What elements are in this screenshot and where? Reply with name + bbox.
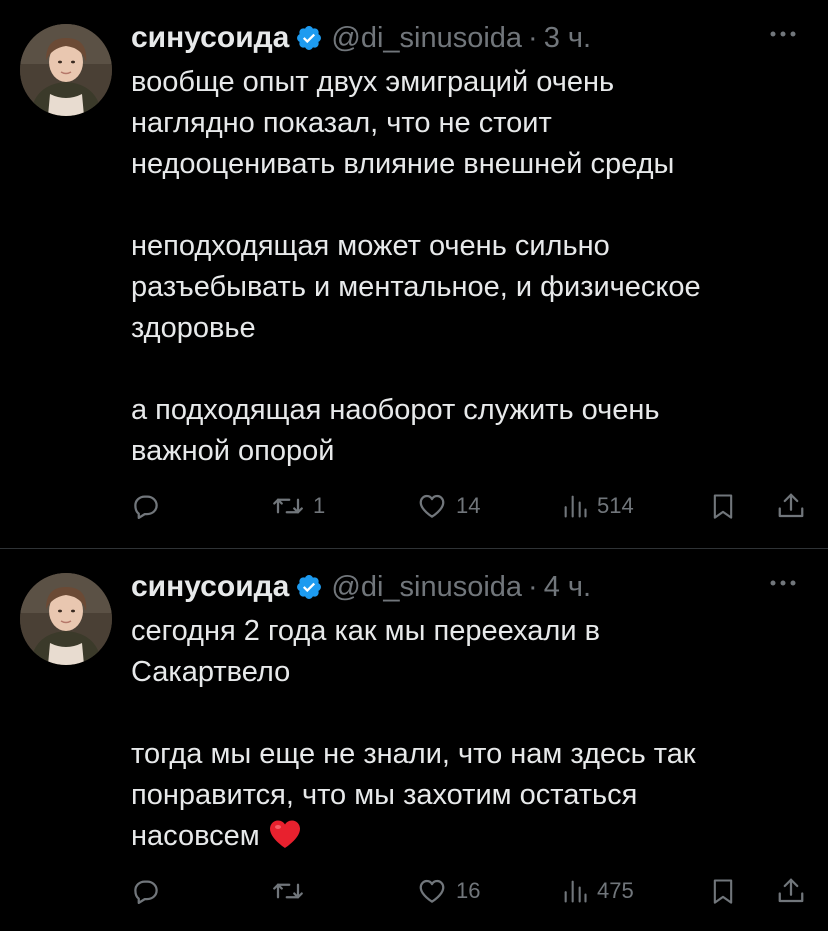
text-line-with-emoji: насовсем (131, 816, 801, 857)
user-handle[interactable]: @di_sinusoida (331, 571, 522, 604)
share-icon (778, 493, 804, 518)
bookmark-icon (713, 494, 733, 519)
red-heart-emoji-icon (268, 819, 302, 849)
tweet-paragraph: неподходящая может очень сильно разъебыв… (131, 226, 801, 349)
text-line: наглядно показал, что не стоит (131, 107, 552, 139)
tweet-text: сегодня 2 года как мы переехали в Сакарт… (131, 611, 801, 857)
text-line: разъебывать и ментальное, и физическое (131, 271, 701, 303)
bookmark-button[interactable] (709, 486, 737, 526)
like-count: 16 (456, 878, 481, 903)
reply-button[interactable] (131, 486, 169, 526)
verified-badge-icon (295, 573, 323, 601)
tweet[interactable]: синусоида @di_sinusoida · 3 ч. вообще оп… (0, 0, 828, 548)
views-count: 514 (597, 493, 634, 518)
more-icon[interactable] (768, 24, 798, 44)
tweet-paragraph: а подходящая наоборот служить очень важн… (131, 390, 801, 472)
retweet-icon (273, 498, 303, 514)
text-line: а подходящая наоборот служить очень (131, 394, 660, 426)
user-handle[interactable]: @di_sinusoida (331, 22, 522, 55)
tweet-paragraph: тогда мы еще не знали, что нам здесь так… (131, 734, 801, 857)
text-line: понравится, что мы захотим остаться (131, 779, 638, 811)
avatar-photo (20, 573, 112, 665)
views-button[interactable]: 475 (561, 871, 634, 911)
retweet-count: 1 (313, 493, 326, 518)
text-line: важной опорой (131, 435, 335, 467)
separator-dot: · (528, 21, 538, 54)
like-icon (419, 494, 445, 518)
avatar[interactable] (20, 573, 112, 665)
bookmark-icon (713, 879, 733, 904)
action-bar: 1 14 514 (131, 486, 811, 526)
reply-icon (134, 880, 158, 904)
text-line: насовсем (131, 820, 260, 852)
views-icon (564, 495, 587, 518)
text-line: сегодня 2 года как мы переехали в (131, 615, 600, 647)
text-line: вообще опыт двух эмиграций очень (131, 66, 615, 98)
tweet-paragraph: вообще опыт двух эмиграций очень наглядн… (131, 62, 801, 185)
timestamp[interactable]: 3 ч. (544, 22, 591, 55)
avatar-photo (20, 24, 112, 116)
retweet-icon (273, 883, 303, 899)
views-button[interactable]: 514 (561, 486, 634, 526)
tweet-text: вообще опыт двух эмиграций очень наглядн… (131, 62, 801, 472)
tweet-paragraph: сегодня 2 года как мы переехали в Сакарт… (131, 611, 801, 693)
text-line: здоровье (131, 312, 256, 344)
tweet[interactable]: синусоида @di_sinusoida · 4 ч. сегодня 2… (0, 549, 828, 931)
reply-button[interactable] (131, 871, 169, 911)
tweet-header: синусоида @di_sinusoida · 3 ч. (131, 18, 798, 58)
retweet-button[interactable]: 1 (271, 486, 325, 526)
text-line: неподходящая может очень сильно (131, 230, 610, 262)
tweet-header: синусоида @di_sinusoida · 4 ч. (131, 567, 798, 607)
more-icon[interactable] (768, 573, 798, 593)
share-button[interactable] (776, 871, 806, 911)
reply-icon (134, 495, 158, 519)
views-icon (564, 880, 587, 903)
retweet-button[interactable] (271, 871, 313, 911)
avatar[interactable] (20, 24, 112, 116)
views-count: 475 (597, 878, 634, 903)
bookmark-button[interactable] (709, 871, 737, 911)
verified-badge-icon (295, 24, 323, 52)
like-icon (419, 879, 445, 903)
share-icon (778, 878, 804, 903)
display-name[interactable]: синусоида (131, 570, 289, 604)
like-button[interactable]: 16 (416, 871, 480, 911)
text-line: тогда мы еще не знали, что нам здесь так (131, 738, 696, 770)
display-name[interactable]: синусоида (131, 21, 289, 55)
share-button[interactable] (776, 486, 806, 526)
separator-dot: · (528, 570, 538, 603)
action-bar: 16 475 (131, 871, 811, 911)
like-count: 14 (456, 493, 481, 518)
text-line: Сакартвело (131, 656, 291, 688)
like-button[interactable]: 14 (416, 486, 480, 526)
timestamp[interactable]: 4 ч. (544, 571, 591, 604)
text-line: недооценивать влияние внешней среды (131, 148, 675, 180)
